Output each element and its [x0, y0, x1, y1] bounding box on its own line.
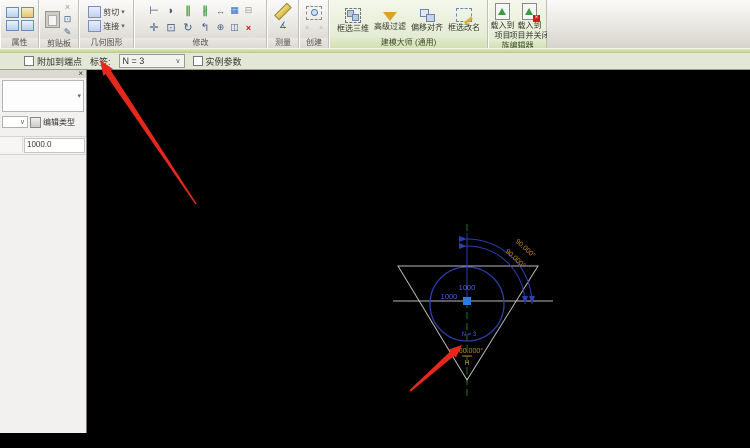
create-similar-icon[interactable]: ▫ — [301, 22, 313, 33]
advanced-filter-button[interactable]: 高级过滤 — [372, 8, 409, 31]
chevron-down-icon[interactable]: ▾ — [121, 8, 125, 16]
properties-palette-icon[interactable] — [5, 7, 19, 18]
ribbon-group-clipboard: × ⊡ ✎ 剪贴板 — [39, 0, 79, 48]
total-angle-text[interactable]: 360.000° — [455, 347, 483, 355]
arc-arrowhead-icon — [459, 236, 467, 242]
pin-icon[interactable]: ⊕ — [215, 22, 227, 33]
parameter-row: 1000.0 — [0, 136, 86, 155]
edit-type-button[interactable]: 编辑类型 — [30, 116, 75, 128]
cut-icon[interactable]: × — [62, 1, 74, 12]
box-select-3d-button[interactable]: 框选三维 — [335, 6, 372, 33]
radius-dimension-text[interactable]: 1000 — [459, 283, 476, 292]
properties-palette: × ▾ ∨ 编辑类型 1000.0 — [0, 70, 87, 433]
type-selector[interactable]: ▾ — [2, 80, 84, 112]
family-category-icon[interactable] — [5, 20, 19, 31]
center-grip[interactable] — [463, 297, 471, 305]
chevron-down-icon[interactable]: ▾ — [121, 22, 125, 30]
cope-icon[interactable]: ◗ — [164, 3, 179, 18]
close-icon[interactable]: × — [78, 70, 83, 78]
cut-geometry-button[interactable]: 剪切 ▾ — [88, 6, 125, 18]
ribbon-group-measure: ∡ 测量 — [267, 0, 299, 48]
flip-control[interactable]: H — [464, 360, 469, 367]
type-dropdown[interactable]: ∨ — [2, 116, 28, 128]
cut-geometry-icon — [88, 6, 102, 18]
group-label-create: 创建 — [300, 38, 328, 48]
load-and-close-icon — [522, 3, 540, 22]
options-bar: 附加到端点 标签: N = 3 ∨ 实例参数 — [0, 53, 750, 70]
main-area: × ▾ ∨ 编辑类型 1000.0 1000 1000 90.000° 90.0… — [0, 70, 750, 448]
ribbon-group-modify: ⊢ ◗ ∥ ∦ ↔ ▦ ⊟ ✛ ⊡ ↻ ↰ ⊕ ◫ × 修改 — [134, 0, 267, 48]
offset-icon[interactable]: ↔ — [215, 5, 227, 16]
drawing-canvas[interactable]: 1000 1000 90.000° 90.000° N = 3 360.000°… — [87, 70, 750, 448]
move-icon[interactable]: ✛ — [147, 20, 162, 35]
delete-icon[interactable]: × — [243, 22, 255, 33]
arc-arrowhead-icon — [522, 296, 528, 304]
tag-label: 标签: — [90, 56, 111, 67]
arc-arrowhead-icon — [529, 296, 535, 304]
load-into-project-icon — [495, 3, 510, 20]
family-types-icon[interactable] — [20, 7, 34, 18]
copy-element-icon[interactable]: ⊡ — [164, 20, 179, 35]
horizontal-dimension-text[interactable]: 1000 — [441, 292, 458, 301]
measure-ruler-icon[interactable] — [274, 2, 292, 20]
filter-funnel-icon — [383, 11, 397, 21]
measure-angle-icon[interactable]: ∡ — [277, 20, 289, 31]
mirror-icon[interactable]: ◫ — [229, 22, 241, 33]
create-assembly-icon[interactable]: ▫ — [315, 22, 327, 33]
trim-extend-icon[interactable]: ↰ — [198, 20, 213, 35]
scale-icon[interactable]: ⊟ — [243, 5, 255, 16]
attach-to-endpoint-checkbox[interactable]: 附加到端点 — [24, 55, 82, 68]
group-label-measure: 测量 — [268, 38, 298, 48]
load-into-project-and-close-button[interactable]: 载入到 项目并关闭 — [510, 1, 550, 40]
group-label-modify: 修改 — [135, 38, 266, 48]
box-select-3d-icon — [345, 7, 361, 23]
tag-dropdown[interactable]: N = 3 ∨ — [118, 54, 185, 68]
group-label-properties: 属性 — [1, 38, 38, 48]
group-dot-icon — [310, 9, 318, 16]
group-label-modeling-master: 建模大师 (通用) — [330, 38, 487, 48]
parameter-name-cell — [0, 137, 23, 152]
ribbon: 属性 × ⊡ ✎ 剪贴板 剪切 ▾ 连接 ▾ 几何图形 ⊢ ◗ ∥ ∦ ↔ ▦ … — [0, 0, 750, 48]
join-geometry-button[interactable]: 连接 ▾ — [88, 20, 125, 32]
ribbon-group-create: ▫ ▫ 创建 — [299, 0, 329, 48]
chevron-down-icon: ▾ — [77, 93, 81, 100]
instance-parameter-checkbox[interactable]: 实例参数 — [192, 55, 242, 68]
rename-icon — [456, 8, 472, 22]
array-icon[interactable]: ▦ — [229, 5, 241, 16]
box-select-rename-button[interactable]: 框选改名 — [446, 6, 483, 32]
group-label-family-editor: 族编辑器 — [489, 41, 546, 48]
rotate-icon[interactable]: ↻ — [181, 20, 196, 35]
offset-align-icon — [419, 8, 435, 22]
parameter-value-input[interactable]: 1000.0 — [24, 138, 85, 153]
split-element-icon[interactable]: ∥ — [181, 3, 196, 18]
paste-icon[interactable] — [44, 11, 60, 28]
ribbon-group-family-editor: 载入到 项目 载入到 项目并关闭 族编辑器 — [488, 0, 550, 48]
copy-icon[interactable]: ⊡ — [62, 14, 74, 25]
chevron-down-icon: ∨ — [175, 58, 181, 65]
arc-arrowhead-icon — [459, 243, 467, 249]
checkbox-icon[interactable] — [192, 56, 203, 66]
create-group-icon[interactable] — [306, 5, 322, 20]
split-with-gap-icon[interactable]: ∦ — [198, 3, 213, 18]
group-label-clipboard: 剪贴板 — [40, 39, 78, 48]
match-type-icon[interactable]: ✎ — [62, 27, 74, 38]
ribbon-group-geometry: 剪切 ▾ 连接 ▾ 几何图形 — [79, 0, 134, 48]
join-geometry-icon — [88, 20, 102, 32]
align-icon[interactable]: ⊢ — [147, 3, 162, 18]
parameter-label-text[interactable]: N = 3 — [462, 332, 477, 338]
palette-header: × — [0, 70, 86, 78]
checkbox-icon[interactable] — [24, 56, 34, 66]
offset-align-button[interactable]: 偏移对齐 — [409, 7, 446, 32]
type-properties-icon[interactable] — [20, 20, 34, 31]
edit-type-icon — [30, 116, 41, 128]
ribbon-filler — [547, 0, 750, 48]
ribbon-group-modeling-master: 框选三维 高级过滤 偏移对齐 框选改名 建模大师 (通用) — [329, 0, 488, 48]
ribbon-group-properties: 属性 — [0, 0, 39, 48]
revit-family-editor-window: 属性 × ⊡ ✎ 剪贴板 剪切 ▾ 连接 ▾ 几何图形 ⊢ ◗ ∥ ∦ ↔ ▦ … — [0, 0, 750, 448]
group-label-geometry: 几何图形 — [80, 38, 133, 48]
